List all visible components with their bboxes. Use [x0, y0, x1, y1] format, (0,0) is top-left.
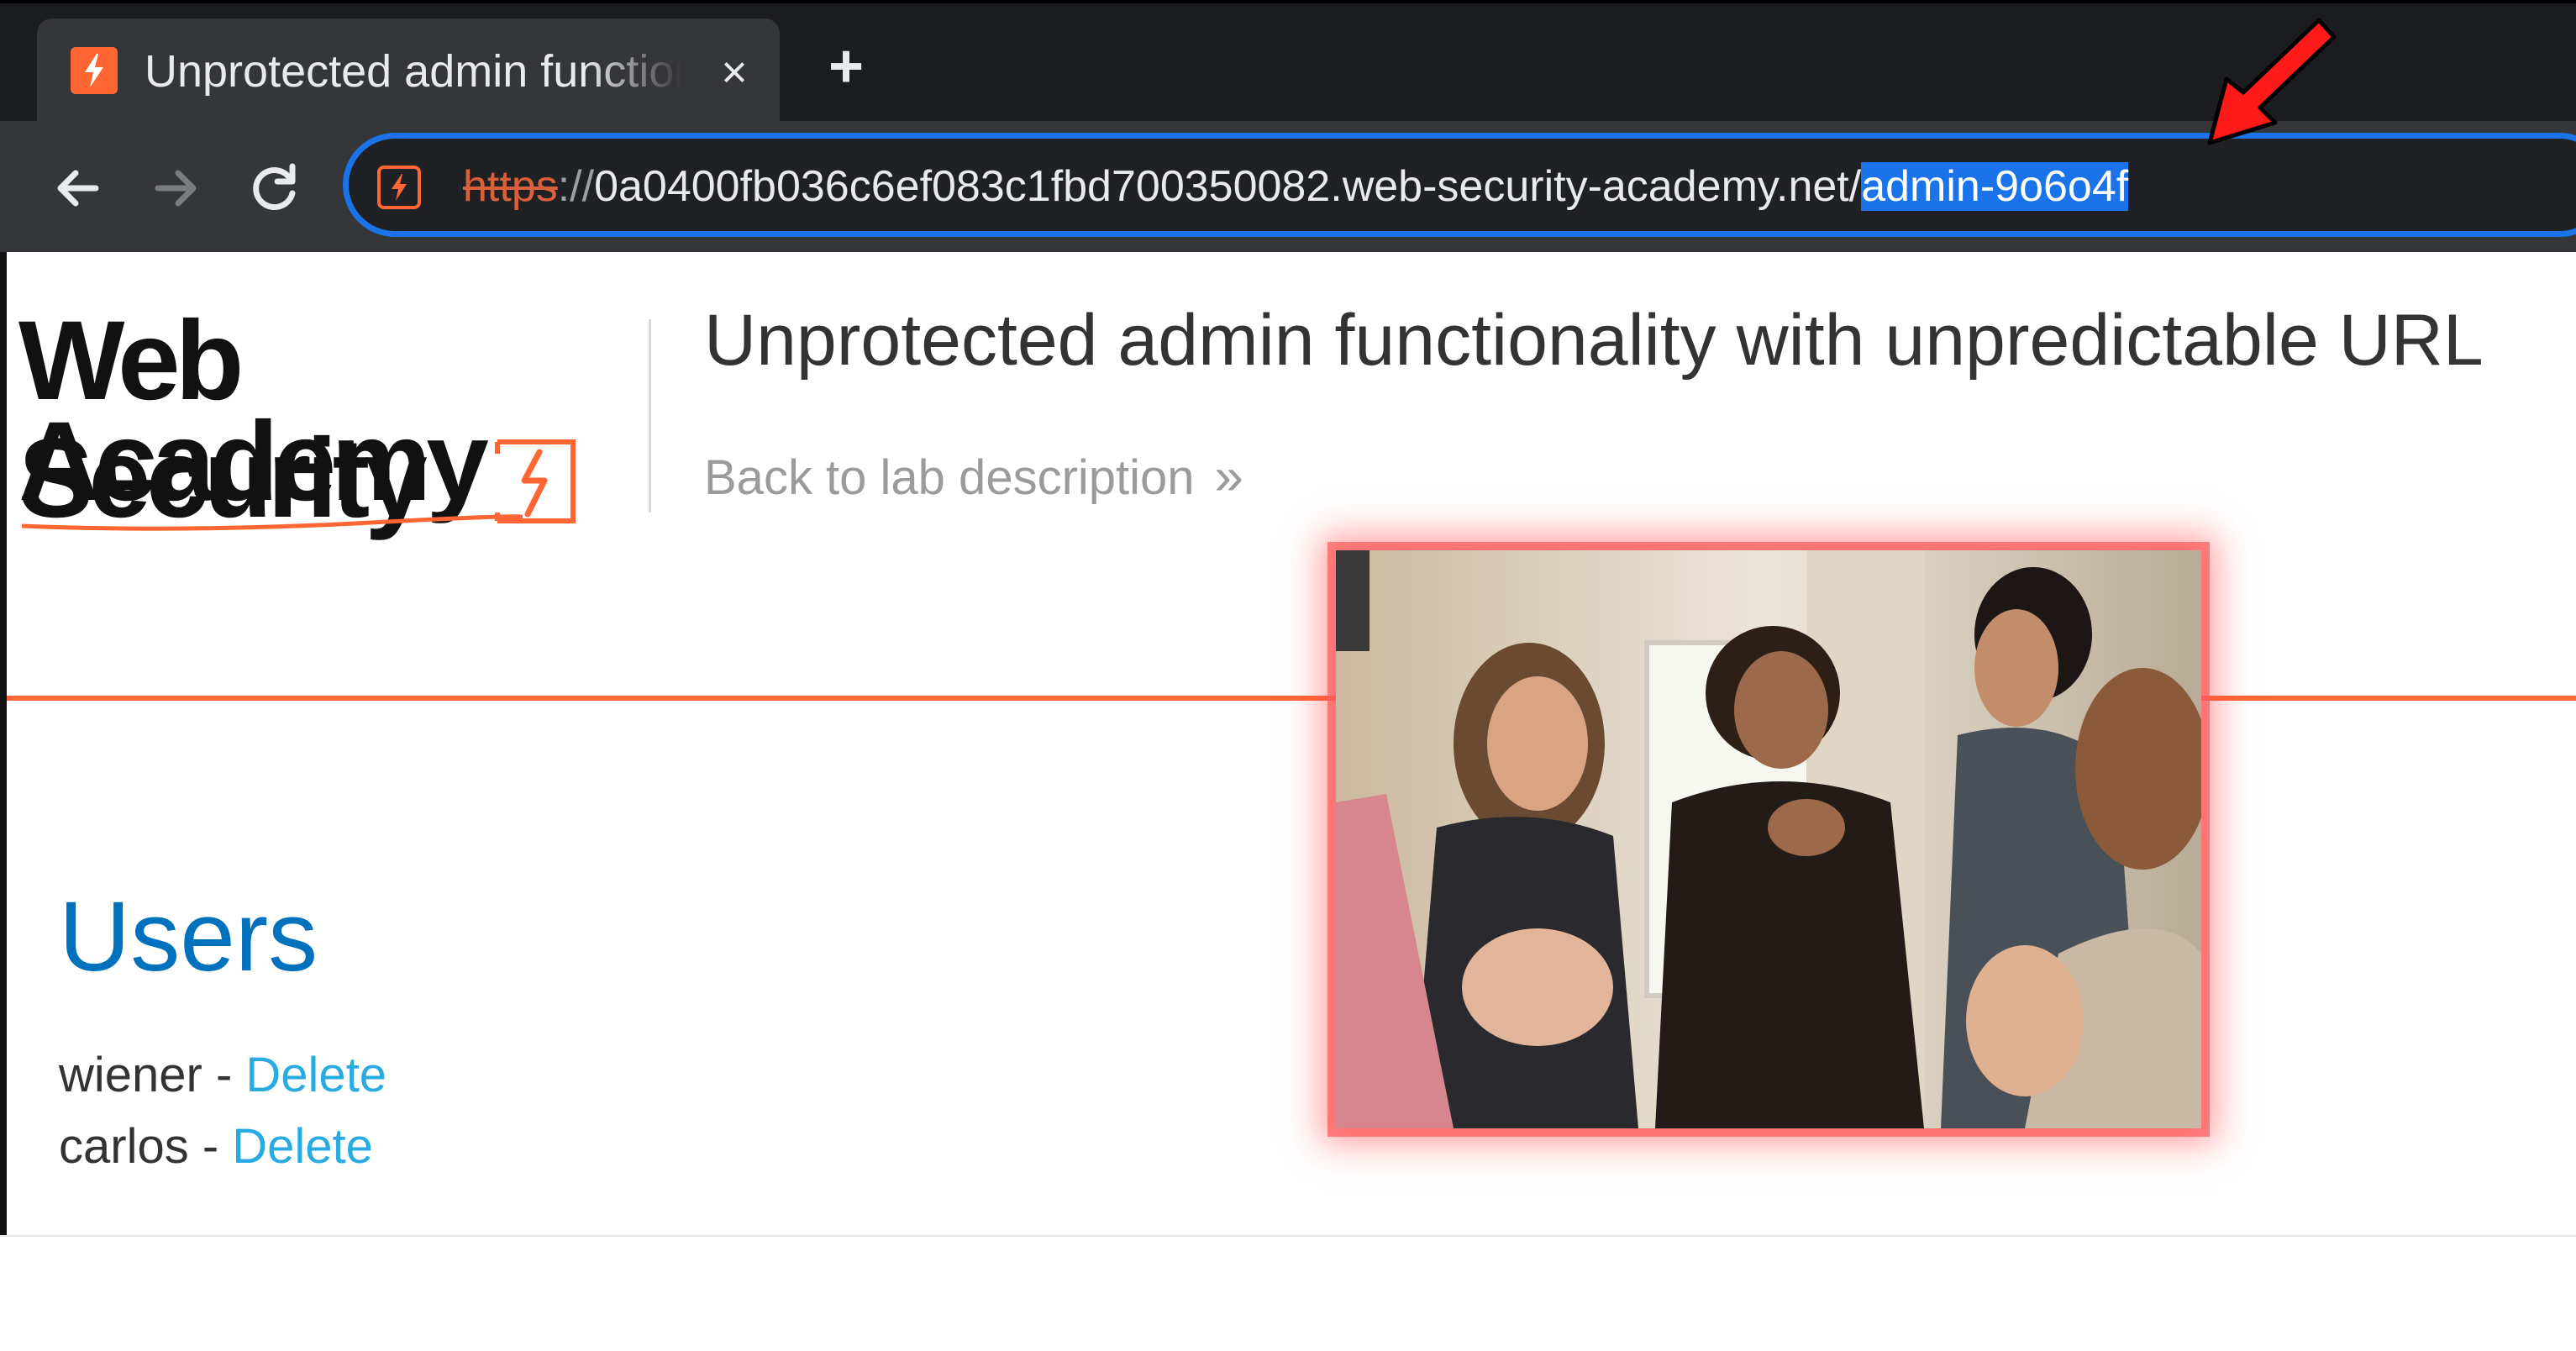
back-arrow-icon[interactable] [44, 155, 111, 222]
double-chevron-right-icon: » [1214, 448, 1244, 506]
user-row-wiener: wiener - Delete [59, 1042, 386, 1109]
site-info-icon[interactable] [377, 166, 421, 209]
username: carlos [59, 1119, 189, 1174]
annotation-arrow [2207, 18, 2337, 145]
delete-carlos-link[interactable]: Delete [232, 1119, 373, 1174]
users-heading: Users [59, 881, 318, 992]
lab-title: Unprotected admin functionality with unp… [704, 300, 2484, 381]
page-bottom-margin [0, 1235, 2576, 1351]
new-tab-button[interactable]: + [817, 36, 875, 97]
url-path-selected: admin-9o6o4f [1861, 162, 2129, 211]
user-separator: - [202, 1048, 246, 1102]
url-text[interactable]: https://0a0400fb036c6ef083c1fbd700350082… [463, 157, 2129, 216]
url-scheme: https [463, 162, 558, 211]
celebration-photo [1336, 550, 2201, 1128]
forward-arrow-icon[interactable] [143, 155, 210, 222]
web-security-academy-logo[interactable]: Web Security Academy [18, 302, 640, 546]
close-icon[interactable]: × [709, 47, 760, 97]
url-separator: :// [557, 162, 595, 211]
username: wiener [59, 1048, 202, 1102]
header-divider [649, 319, 651, 513]
reload-icon[interactable] [242, 155, 309, 222]
browser-tab[interactable]: Unprotected admin functionality with unp… [37, 18, 780, 124]
lightning-icon [71, 47, 118, 94]
logo-underline [21, 514, 523, 531]
delete-wiener-link[interactable]: Delete [245, 1048, 386, 1102]
back-to-lab-description-link[interactable]: Back to lab description » [704, 444, 1244, 512]
user-row-carlos: carlos - Delete [59, 1113, 373, 1180]
tab-title: Unprotected admin functionality with unp… [145, 46, 682, 97]
user-separator: - [188, 1119, 233, 1174]
url-host: 0a0400fb036c6ef083c1fbd700350082.web-sec… [594, 162, 1862, 211]
back-link-label: Back to lab description [704, 450, 1195, 505]
